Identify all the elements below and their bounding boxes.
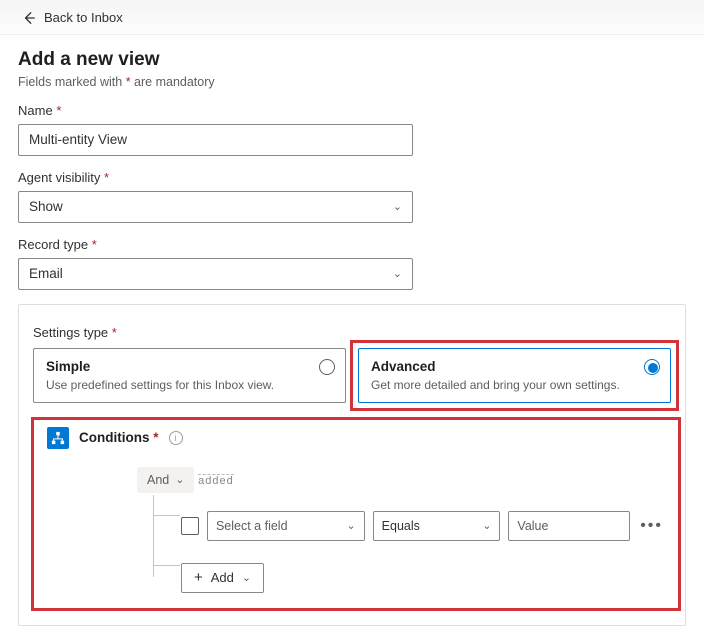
agent-visibility-select[interactable]: Show ⌄ (18, 191, 413, 223)
settings-type-simple[interactable]: Simple Use predefined settings for this … (33, 348, 346, 403)
radio-unchecked-icon (319, 359, 335, 375)
settings-type-label: Settings type * (33, 325, 671, 340)
chevron-down-icon: ⌄ (393, 200, 402, 213)
condition-field-select[interactable]: Select a field ⌄ (207, 511, 365, 541)
condition-operator-select[interactable]: Equals ⌄ (373, 511, 501, 541)
name-input[interactable] (18, 124, 413, 156)
chevron-down-icon: ⌄ (482, 519, 491, 532)
back-label: Back to Inbox (44, 10, 123, 25)
chevron-down-icon: ⌄ (175, 473, 184, 486)
radio-checked-icon (644, 359, 660, 375)
add-condition-button[interactable]: + Add ⌄ (181, 563, 264, 593)
tree-connector (153, 495, 181, 577)
condition-row: Select a field ⌄ Equals ⌄ Value ••• (181, 511, 665, 541)
chevron-down-icon: ⌄ (242, 571, 251, 584)
mandatory-hint: Fields marked with * are mandatory (18, 75, 686, 89)
info-icon[interactable]: i (169, 431, 183, 445)
group-operator-select[interactable]: And ⌄ (137, 467, 194, 493)
page-title: Add a new view (18, 49, 686, 71)
settings-type-advanced[interactable]: Advanced Get more detailed and bring you… (358, 348, 671, 403)
agent-visibility-label: Agent visibility * (18, 170, 686, 185)
record-type-select[interactable]: Email ⌄ (18, 258, 413, 290)
chevron-down-icon: ⌄ (393, 267, 402, 280)
added-caption: added (198, 474, 234, 487)
more-options-button[interactable]: ••• (638, 517, 665, 535)
conditions-section: Conditions * i And ⌄ added Select a fiel… (33, 421, 671, 607)
plus-icon: + (194, 569, 203, 586)
record-type-label: Record type * (18, 237, 686, 252)
arrow-left-icon (22, 11, 36, 25)
condition-value-input[interactable]: Value (508, 511, 630, 541)
hierarchy-icon (47, 427, 69, 449)
settings-panel: Settings type * Simple Use predefined se… (18, 304, 686, 626)
condition-checkbox[interactable] (181, 517, 199, 535)
back-to-inbox-link[interactable]: Back to Inbox (22, 10, 123, 25)
name-label: Name * (18, 103, 686, 118)
chevron-down-icon: ⌄ (346, 519, 355, 532)
